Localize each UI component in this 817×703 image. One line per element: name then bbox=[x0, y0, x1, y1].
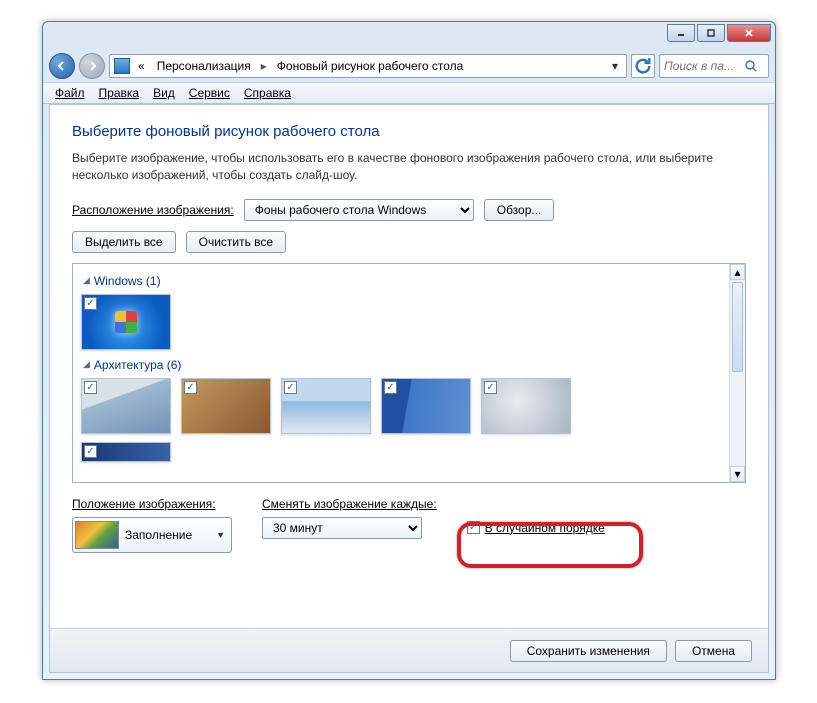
menubar: Файл Правка Вид Сервис Справка bbox=[43, 82, 775, 104]
nav-back-button[interactable] bbox=[49, 53, 75, 79]
collapse-icon: ◢ bbox=[83, 359, 90, 370]
position-label: Положение изображения: bbox=[72, 497, 232, 511]
search-box[interactable] bbox=[659, 54, 769, 78]
scroll-thumb[interactable] bbox=[732, 282, 743, 372]
thumb-checkbox[interactable]: ✓ bbox=[384, 381, 397, 394]
thumb-checkbox[interactable]: ✓ bbox=[184, 381, 197, 394]
scroll-down-button[interactable]: ▾ bbox=[730, 466, 745, 482]
shuffle-label: В случайном порядке bbox=[485, 521, 605, 535]
image-location-label: Расположение изображения: bbox=[72, 203, 234, 217]
wallpaper-thumb[interactable]: ✓ bbox=[181, 378, 271, 434]
breadcrumb-sep-icon: ▸ bbox=[259, 59, 269, 73]
menu-view[interactable]: Вид bbox=[147, 84, 181, 102]
menu-edit[interactable]: Правка bbox=[93, 84, 146, 102]
position-value: Заполнение bbox=[125, 528, 192, 542]
collapse-icon: ◢ bbox=[83, 275, 90, 286]
titlebar bbox=[43, 22, 775, 50]
wallpaper-gallery: ◢Windows (1) ✓ ◢Архитектура (6) ✓ ✓ ✓ ✓ … bbox=[72, 263, 746, 483]
refresh-button[interactable] bbox=[631, 54, 655, 78]
group-architecture[interactable]: ◢Архитектура (6) bbox=[83, 358, 721, 372]
interval-combo[interactable]: 30 минут bbox=[262, 517, 422, 539]
thumb-checkbox[interactable]: ✓ bbox=[84, 381, 97, 394]
gallery-scrollbar[interactable]: ▴ ▾ bbox=[729, 264, 745, 482]
position-combo[interactable]: Заполнение ▼ bbox=[72, 517, 232, 553]
wallpaper-thumb[interactable]: ✓ bbox=[81, 442, 171, 462]
interval-label: Сменять изображение каждые: bbox=[262, 497, 437, 511]
menu-help[interactable]: Справка bbox=[238, 84, 297, 102]
wallpaper-thumb[interactable]: ✓ bbox=[381, 378, 471, 434]
address-dropdown-icon[interactable]: ▾ bbox=[608, 59, 622, 73]
group-windows[interactable]: ◢Windows (1) bbox=[83, 274, 721, 288]
chevron-down-icon: ▼ bbox=[216, 530, 225, 540]
select-all-button[interactable]: Выделить все bbox=[72, 231, 176, 253]
checkbox-icon: ✓ bbox=[467, 521, 480, 534]
nav-forward-button[interactable] bbox=[79, 53, 105, 79]
window: « Персонализация ▸ Фоновый рисунок рабоч… bbox=[42, 21, 776, 680]
position-preview-icon bbox=[75, 521, 119, 549]
shuffle-checkbox[interactable]: ✓ В случайном порядке bbox=[467, 521, 605, 535]
wallpaper-thumb[interactable]: ✓ bbox=[81, 294, 171, 350]
browse-button[interactable]: Обзор... bbox=[484, 199, 555, 221]
breadcrumb-desktop-bg[interactable]: Фоновый рисунок рабочего стола bbox=[273, 57, 468, 75]
wallpaper-thumb[interactable]: ✓ bbox=[281, 378, 371, 434]
scroll-up-button[interactable]: ▴ bbox=[730, 264, 745, 280]
thumb-checkbox[interactable]: ✓ bbox=[84, 297, 97, 310]
content-pane: Выберите фоновый рисунок рабочего стола … bbox=[49, 104, 769, 673]
save-button[interactable]: Сохранить изменения bbox=[510, 640, 667, 662]
page-title: Выберите фоновый рисунок рабочего стола bbox=[72, 123, 746, 140]
wallpaper-thumb[interactable]: ✓ bbox=[81, 378, 171, 434]
menu-tools[interactable]: Сервис bbox=[183, 84, 236, 102]
breadcrumb-prefix[interactable]: « bbox=[134, 57, 149, 75]
address-bar[interactable]: « Персонализация ▸ Фоновый рисунок рабоч… bbox=[109, 54, 627, 78]
breadcrumb-personalization[interactable]: Персонализация bbox=[153, 57, 255, 75]
location-icon bbox=[114, 58, 130, 74]
page-subtitle: Выберите изображение, чтобы использовать… bbox=[72, 150, 746, 185]
cancel-button[interactable]: Отмена bbox=[675, 640, 752, 662]
minimize-button[interactable] bbox=[667, 24, 695, 42]
thumb-checkbox[interactable]: ✓ bbox=[84, 445, 97, 458]
close-button[interactable] bbox=[727, 24, 771, 42]
image-location-combo[interactable]: Фоны рабочего стола Windows bbox=[244, 199, 474, 221]
search-input[interactable] bbox=[664, 59, 744, 73]
navbar: « Персонализация ▸ Фоновый рисунок рабоч… bbox=[43, 50, 775, 82]
menu-file[interactable]: Файл bbox=[49, 84, 91, 102]
dialog-footer: Сохранить изменения Отмена bbox=[50, 628, 768, 672]
wallpaper-thumb[interactable]: ✓ bbox=[481, 378, 571, 434]
maximize-button[interactable] bbox=[697, 24, 725, 42]
search-icon bbox=[744, 59, 758, 73]
thumb-checkbox[interactable]: ✓ bbox=[484, 381, 497, 394]
clear-all-button[interactable]: Очистить все bbox=[186, 231, 286, 253]
thumb-checkbox[interactable]: ✓ bbox=[284, 381, 297, 394]
